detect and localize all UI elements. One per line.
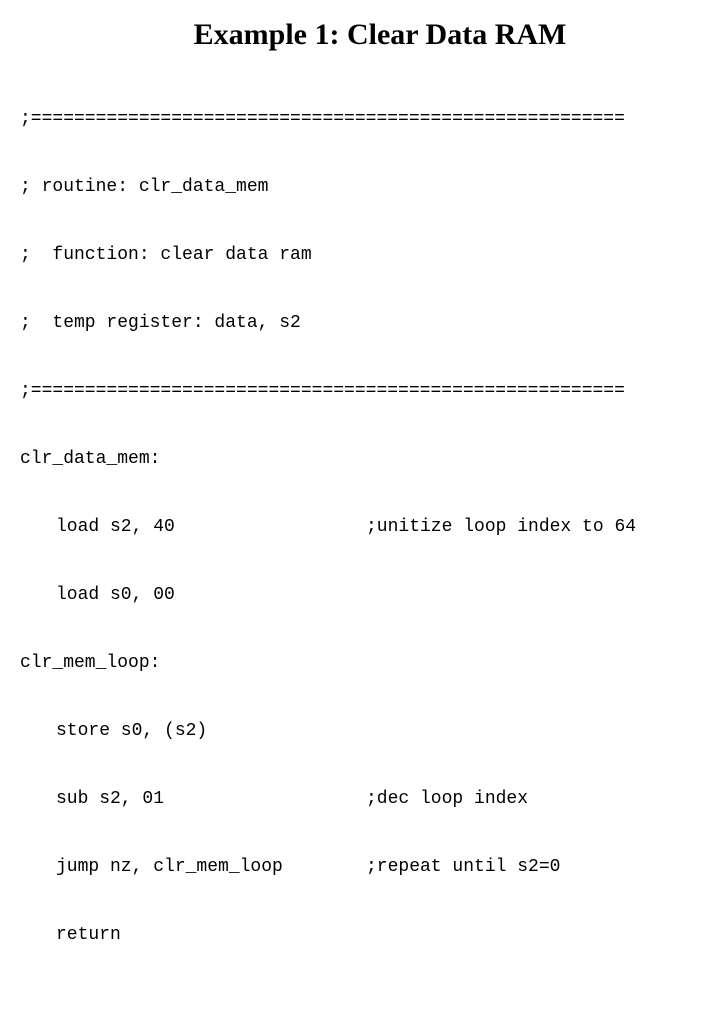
slide-container: Example 1: Clear Data RAM ;=============… <box>0 0 720 1014</box>
instr-text: sub s2, 01 <box>56 790 366 808</box>
instr-sub: sub s2, 01;dec loop index <box>20 790 700 808</box>
instr-comment: ;dec loop index <box>366 790 528 808</box>
instr-comment: ;unitize loop index to 64 <box>366 518 636 536</box>
comment-temp-register: ; temp register: data, s2 <box>20 314 700 332</box>
comment-divider-top: ;=======================================… <box>20 110 700 128</box>
instr-return: return <box>20 926 700 944</box>
label-clr-data-mem: clr_data_mem: <box>20 450 700 468</box>
comment-function: ; function: clear data ram <box>20 246 700 264</box>
comment-routine: ; routine: clr_data_mem <box>20 178 700 196</box>
instr-comment: ;repeat until s2=0 <box>366 858 560 876</box>
instr-store: store s0, (s2) <box>20 722 700 740</box>
instr-jump: jump nz, clr_mem_loop;repeat until s2=0 <box>20 858 700 876</box>
instr-text: load s2, 40 <box>56 518 366 536</box>
instr-text: jump nz, clr_mem_loop <box>56 858 366 876</box>
instr-load-s2: load s2, 40;unitize loop index to 64 <box>20 518 700 536</box>
slide-title: Example 1: Clear Data RAM <box>20 18 700 52</box>
code-block: ;=======================================… <box>20 74 700 994</box>
comment-divider-bottom: ;=======================================… <box>20 382 700 400</box>
instr-load-s0: load s0, 00 <box>20 586 700 604</box>
label-clr-mem-loop: clr_mem_loop: <box>20 654 700 672</box>
